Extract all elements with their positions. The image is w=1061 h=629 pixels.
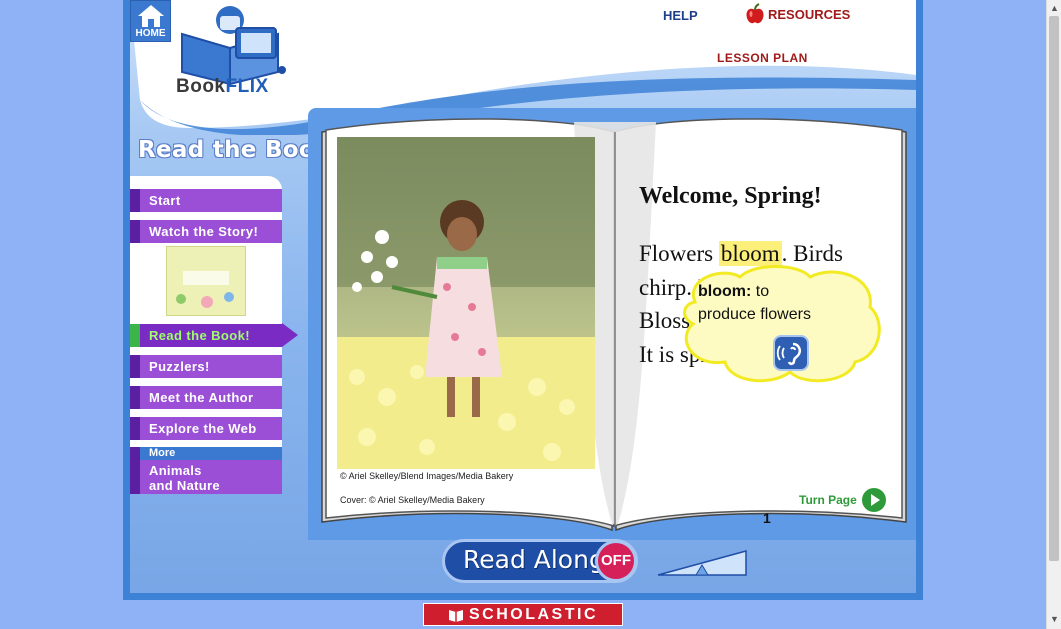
scholastic-logo[interactable]: SCHOLASTIC (423, 603, 623, 626)
scholastic-brand-text: SCHOLASTIC (469, 605, 598, 623)
story-photo-girl-in-flowers (337, 137, 595, 469)
read-along-state[interactable]: OFF (595, 540, 637, 582)
resources-link[interactable]: RESOURCES (745, 3, 850, 25)
sidebar-item-read-the-book[interactable]: Read the Book! (130, 324, 282, 347)
read-along-toggle[interactable]: Read Along OFF (442, 539, 638, 583)
book-cover-image (167, 247, 245, 315)
tooltip-definition-line-1: to (751, 283, 770, 300)
sidebar-item-start[interactable]: Start (130, 189, 282, 212)
ghost-nav-about: ABOUT (363, 7, 410, 22)
arrow-right-circle-icon (861, 488, 886, 512)
active-item-pointer (282, 323, 298, 347)
turn-page-label: Turn Page (799, 493, 857, 507)
cover-credit: Cover: © Ariel Skelley/Media Bakery (340, 495, 485, 505)
turn-page-button[interactable]: Turn Page (799, 487, 887, 513)
lesson-plan-link[interactable]: LESSON PLAN (717, 51, 808, 65)
sidebar-item-more-animals-and-nature[interactable]: More Animals and Nature (130, 447, 282, 494)
tooltip-definition: bloom: to produce flowers (698, 280, 811, 326)
more-tag: More (140, 447, 282, 460)
book-cover-thumbnail[interactable] (166, 246, 246, 316)
home-button[interactable]: HOME (130, 0, 171, 42)
volume-slider[interactable] (656, 549, 748, 577)
apple-icon (746, 3, 764, 24)
app-frame: HOME BookFLIX HELP ABOUT HELP RESOURCES (123, 0, 923, 600)
sidebar-item-explore-the-web[interactable]: Explore the Web (130, 417, 282, 440)
scroll-up-arrow-icon[interactable]: ▲ (1050, 3, 1059, 13)
logo-wordmark: BookFLIX (176, 76, 269, 98)
house-icon (137, 5, 164, 27)
sidebar-item-watch-the-story[interactable]: Watch the Story! (130, 220, 282, 243)
photo-credit: © Ariel Skelley/Blend Images/Media Baker… (340, 471, 514, 481)
ghost-nav-help: HELP (303, 7, 338, 22)
more-label-line-2: and Nature (149, 478, 220, 493)
read-along-label: Read Along (463, 545, 605, 574)
pronounce-audio-button[interactable] (773, 335, 809, 371)
tooltip-term: bloom: (698, 283, 752, 300)
home-label: HOME (135, 28, 166, 39)
book-page-title: Welcome, Spring! (639, 183, 822, 209)
sidebar-item-meet-the-author[interactable]: Meet the Author (130, 386, 282, 409)
logo-book-text: Book (176, 76, 226, 97)
ear-sound-icon (776, 342, 801, 366)
app-inner: HOME BookFLIX HELP ABOUT HELP RESOURCES (130, 0, 916, 593)
vocabulary-tooltip: bloom: to produce flowers (675, 262, 885, 386)
logo-flix-text: FLIX (225, 76, 269, 97)
tooltip-definition-line-2: produce flowers (698, 306, 811, 323)
page-number: 1 (763, 510, 771, 526)
more-label-line-1: Animals (149, 463, 202, 478)
page-scrollbar[interactable]: ▲ ▼ (1046, 0, 1061, 629)
more-label: Animals and Nature (149, 463, 220, 493)
scrollbar-thumb[interactable] (1049, 16, 1059, 561)
help-link[interactable]: HELP (663, 8, 698, 23)
resources-label: RESOURCES (768, 6, 851, 22)
scroll-down-arrow-icon[interactable]: ▼ (1050, 614, 1059, 624)
sidebar-item-puzzlers[interactable]: Puzzlers! (130, 355, 282, 378)
open-book-icon (449, 609, 463, 622)
